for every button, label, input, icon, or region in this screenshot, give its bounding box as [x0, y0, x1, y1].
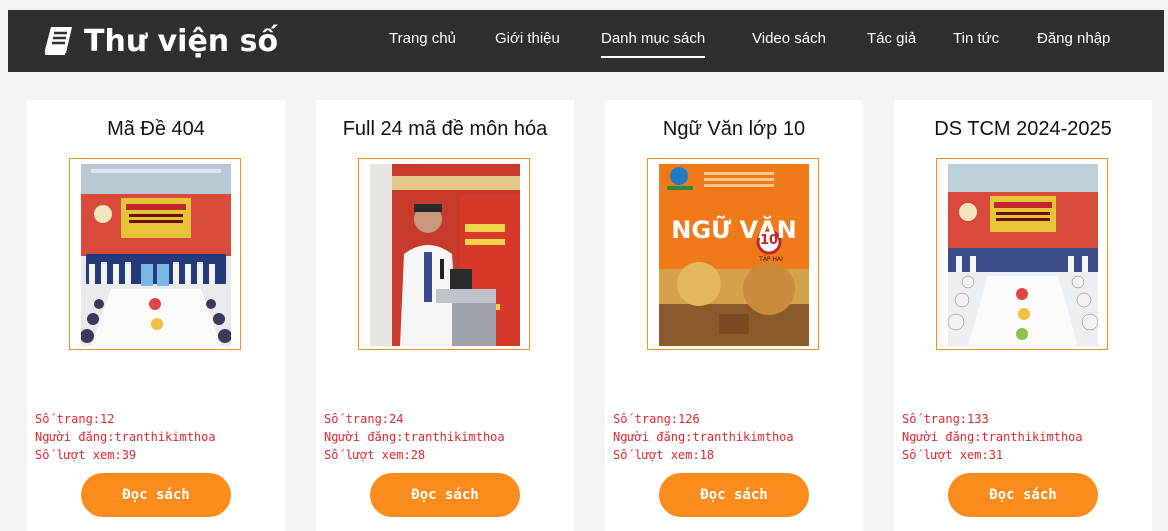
- poster-name: Người đăng:tranthikimthoa: [613, 430, 794, 444]
- nav-login[interactable]: Đăng nhập: [1037, 30, 1110, 47]
- cover-subtitle-text: TẬP HAI: [759, 256, 783, 263]
- book-card: Mã Đề 404 Số trang:12 Người đăng:tranthi…: [27, 100, 285, 531]
- cover-grade-number: 10: [759, 233, 779, 248]
- cover-title-text: NGỮ VĂN: [671, 216, 797, 244]
- read-book-button[interactable]: Đọc sách: [948, 473, 1098, 517]
- view-count: Số lượt xem:31: [902, 448, 1004, 462]
- read-book-button[interactable]: Đọc sách: [81, 473, 231, 517]
- textbook-cover: NGỮ VĂN 10 TẬP HAI: [659, 164, 809, 346]
- poster-name: Người đăng:tranthikimthoa: [324, 430, 505, 444]
- poster-name: Người đăng:tranthikimthoa: [35, 430, 216, 444]
- book-cover-frame[interactable]: [936, 158, 1108, 350]
- page-count: Số trang:126: [613, 412, 700, 426]
- conference-photo: [948, 164, 1098, 346]
- view-count: Số lượt xem:39: [35, 448, 137, 462]
- book-title[interactable]: Mã Đề 404: [27, 118, 285, 141]
- nav-book-catalog[interactable]: Danh mục sách: [601, 30, 706, 58]
- page-count: Số trang:12: [35, 412, 115, 426]
- book-card: Full 24 mã đề môn hóa Số trang:24 Người …: [316, 100, 574, 531]
- top-navbar: Thư viện số Trang chủ Giới thiệu Danh mụ…: [8, 10, 1164, 72]
- read-book-button[interactable]: Đọc sách: [659, 473, 809, 517]
- view-count: Số lượt xem:28: [324, 448, 426, 462]
- main-menu: Trang chủ Giới thiệu Danh mục sách Video…: [8, 30, 1164, 60]
- nav-news[interactable]: Tin tức: [953, 30, 999, 47]
- page-count: Số trang:133: [902, 412, 989, 426]
- conference-photo: [81, 164, 231, 346]
- nav-authors[interactable]: Tác giả: [867, 30, 916, 47]
- view-count: Số lượt xem:18: [613, 448, 715, 462]
- page-count: Số trang:24: [324, 412, 404, 426]
- book-title[interactable]: DS TCM 2024-2025: [894, 118, 1152, 141]
- book-card: DS TCM 2024-2025 Số trang:133 Người đăng…: [894, 100, 1152, 531]
- book-card: Ngữ Văn lớp 10 NGỮ VĂN 10 TẬP HAI Số tra…: [605, 100, 863, 531]
- nav-book-videos[interactable]: Video sách: [752, 30, 826, 47]
- speaker-photo: [370, 164, 520, 346]
- nav-home[interactable]: Trang chủ: [389, 30, 456, 47]
- poster-name: Người đăng:tranthikimthoa: [902, 430, 1083, 444]
- book-cover-frame[interactable]: [69, 158, 241, 350]
- book-cover-frame[interactable]: [358, 158, 530, 350]
- book-title[interactable]: Full 24 mã đề môn hóa: [316, 118, 574, 141]
- book-cover-frame[interactable]: NGỮ VĂN 10 TẬP HAI: [647, 158, 819, 350]
- book-title[interactable]: Ngữ Văn lớp 10: [605, 118, 863, 141]
- nav-about[interactable]: Giới thiệu: [495, 30, 560, 47]
- read-book-button[interactable]: Đọc sách: [370, 473, 520, 517]
